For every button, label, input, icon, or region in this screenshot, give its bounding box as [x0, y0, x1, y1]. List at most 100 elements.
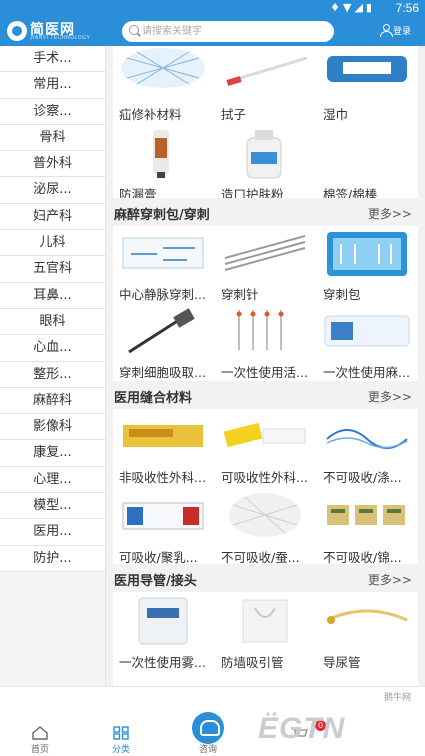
- product-card[interactable]: 不可吸收/涤...: [317, 409, 417, 487]
- product-card[interactable]: 导尿管: [317, 594, 417, 672]
- product-content: 疝修补材料 拭子 湿巾 防漏膏 造口护肤粉 棉签/棉棒 麻醉穿刺包/穿刺 更多>…: [113, 46, 418, 686]
- product-card[interactable]: 穿刺细胞吸取...: [113, 304, 213, 382]
- category-sidebar[interactable]: 手术... 常用... 诊察... 骨科 普外科 泌尿... 妇产科 儿科 五官…: [0, 46, 106, 686]
- logo[interactable]: 简医网 JIANYI TECHNOLOGY: [7, 20, 107, 42]
- sidebar-item[interactable]: 防护...: [0, 545, 105, 572]
- product-image: [219, 48, 311, 100]
- sidebar-item[interactable]: 心理...: [0, 466, 105, 494]
- sidebar-item[interactable]: 普外科: [0, 151, 105, 178]
- product-card[interactable]: 疝修补材料: [113, 46, 213, 124]
- product-label: 穿刺细胞吸取...: [119, 365, 206, 380]
- status-icons: ♦▼◢▮: [330, 1, 375, 14]
- sidebar-item[interactable]: 医用...: [0, 519, 105, 546]
- sidebar-item[interactable]: 泌尿...: [0, 177, 105, 204]
- product-image: [117, 306, 209, 358]
- logo-mark-icon: [7, 21, 27, 41]
- product-label: 拭子: [221, 107, 247, 122]
- more-link[interactable]: 更多>>: [368, 205, 412, 222]
- product-label: 非吸收性外科...: [119, 470, 206, 485]
- product-image: [117, 128, 209, 180]
- bottom-tab-bar: 首页 分类 咨询 0: [0, 686, 425, 756]
- product-image: [219, 228, 311, 280]
- product-card[interactable]: 穿刺针: [215, 226, 315, 304]
- product-image: [219, 596, 311, 648]
- login-label: 登录: [393, 27, 412, 37]
- section-header: 麻醉穿刺包/穿刺 更多>>: [113, 198, 418, 226]
- product-image: [321, 48, 413, 100]
- sidebar-item[interactable]: 影像科: [0, 414, 105, 441]
- product-image: [321, 411, 413, 463]
- product-card[interactable]: 防漏膏: [113, 126, 213, 204]
- product-image: [219, 128, 311, 180]
- home-icon: [32, 725, 48, 740]
- product-card[interactable]: 棉签/棉棒: [317, 126, 417, 204]
- more-link[interactable]: 更多>>: [368, 388, 412, 405]
- section-header: 医用缝合材料 更多>>: [113, 381, 418, 409]
- consult-icon[interactable]: [192, 712, 224, 744]
- product-image: [321, 306, 413, 358]
- sidebar-item[interactable]: 耳鼻...: [0, 282, 105, 309]
- product-image: [321, 491, 413, 543]
- section-title: 医用导管/接头: [114, 574, 197, 589]
- tab-label: 分类: [111, 745, 130, 755]
- product-label: 疝修补材料: [119, 107, 182, 122]
- sidebar-item[interactable]: 骨科: [0, 124, 105, 152]
- product-card[interactable]: 穿刺包: [317, 226, 417, 304]
- sidebar-item[interactable]: 康复...: [0, 440, 105, 467]
- tab-label: 首页: [30, 745, 49, 755]
- section-body: 中心静脉穿刺... 穿刺针 穿刺包 穿刺细胞吸取... 一次性使用活... 一次…: [113, 226, 418, 381]
- product-card[interactable]: 可吸收/聚乳...: [113, 489, 213, 567]
- status-time: 7:56: [395, 1, 419, 15]
- product-card[interactable]: 一次性使用雾...: [113, 594, 213, 672]
- product-label: 穿刺针: [221, 287, 259, 302]
- tab-category[interactable]: 分类: [86, 687, 156, 756]
- section-body: 一次性使用雾... 防墙吸引管 导尿管: [113, 592, 418, 686]
- sidebar-item[interactable]: 手术...: [0, 46, 105, 73]
- product-card[interactable]: 造口护肤粉: [215, 126, 315, 204]
- product-card[interactable]: 不可吸收/锦...: [317, 489, 417, 567]
- product-label: 可吸收性外科...: [221, 470, 308, 485]
- product-card[interactable]: 非吸收性外科...: [113, 409, 213, 487]
- category-icon: [113, 725, 129, 740]
- product-label: 不可吸收/涤...: [323, 470, 402, 485]
- product-image: [219, 306, 311, 358]
- sidebar-item[interactable]: 心血...: [0, 335, 105, 362]
- sidebar-item[interactable]: 整形...: [0, 361, 105, 388]
- product-image: [219, 411, 311, 463]
- sidebar-item[interactable]: 儿科: [0, 230, 105, 257]
- product-label: 导尿管: [323, 655, 361, 670]
- more-link[interactable]: 更多>>: [368, 571, 412, 588]
- user-icon: [380, 24, 393, 37]
- sidebar-item[interactable]: 麻醉科: [0, 387, 105, 415]
- sidebar-item[interactable]: 模型...: [0, 493, 105, 520]
- product-image: [219, 491, 311, 543]
- product-card[interactable]: 中心静脉穿刺...: [113, 226, 213, 304]
- product-label: 防墙吸引管: [221, 655, 284, 670]
- login-button[interactable]: 登录: [380, 24, 411, 37]
- section-header: 医用导管/接头 更多>>: [113, 564, 418, 592]
- sidebar-item[interactable]: 五官科: [0, 256, 105, 283]
- product-card[interactable]: 拭子: [215, 46, 315, 124]
- product-label: 穿刺包: [323, 287, 361, 302]
- product-label: 中心静脉穿刺...: [119, 287, 206, 302]
- section-title: 医用缝合材料: [114, 391, 193, 406]
- product-label: 湿巾: [323, 107, 349, 122]
- search-input[interactable]: [142, 23, 327, 40]
- sidebar-item[interactable]: 常用...: [0, 72, 105, 99]
- sidebar-item[interactable]: 妇产科: [0, 203, 105, 231]
- search-bar[interactable]: [122, 21, 334, 42]
- watermark-small: 鹅牛网: [384, 693, 412, 703]
- product-card[interactable]: 可吸收性外科...: [215, 409, 315, 487]
- product-label: 一次性使用雾...: [119, 655, 206, 670]
- product-image: [321, 228, 413, 280]
- product-card[interactable]: 一次性使用活...: [215, 304, 315, 382]
- product-card[interactable]: 不可吸收/蚕...: [215, 489, 315, 567]
- sidebar-item[interactable]: 眼科: [0, 308, 105, 336]
- product-image: [117, 411, 209, 463]
- product-card[interactable]: 一次性使用麻...: [317, 304, 417, 382]
- sidebar-item[interactable]: 诊察...: [0, 98, 105, 125]
- tab-home[interactable]: 首页: [5, 687, 75, 756]
- product-image: [117, 48, 209, 100]
- product-card[interactable]: 湿巾: [317, 46, 417, 124]
- product-card[interactable]: 防墙吸引管: [215, 594, 315, 672]
